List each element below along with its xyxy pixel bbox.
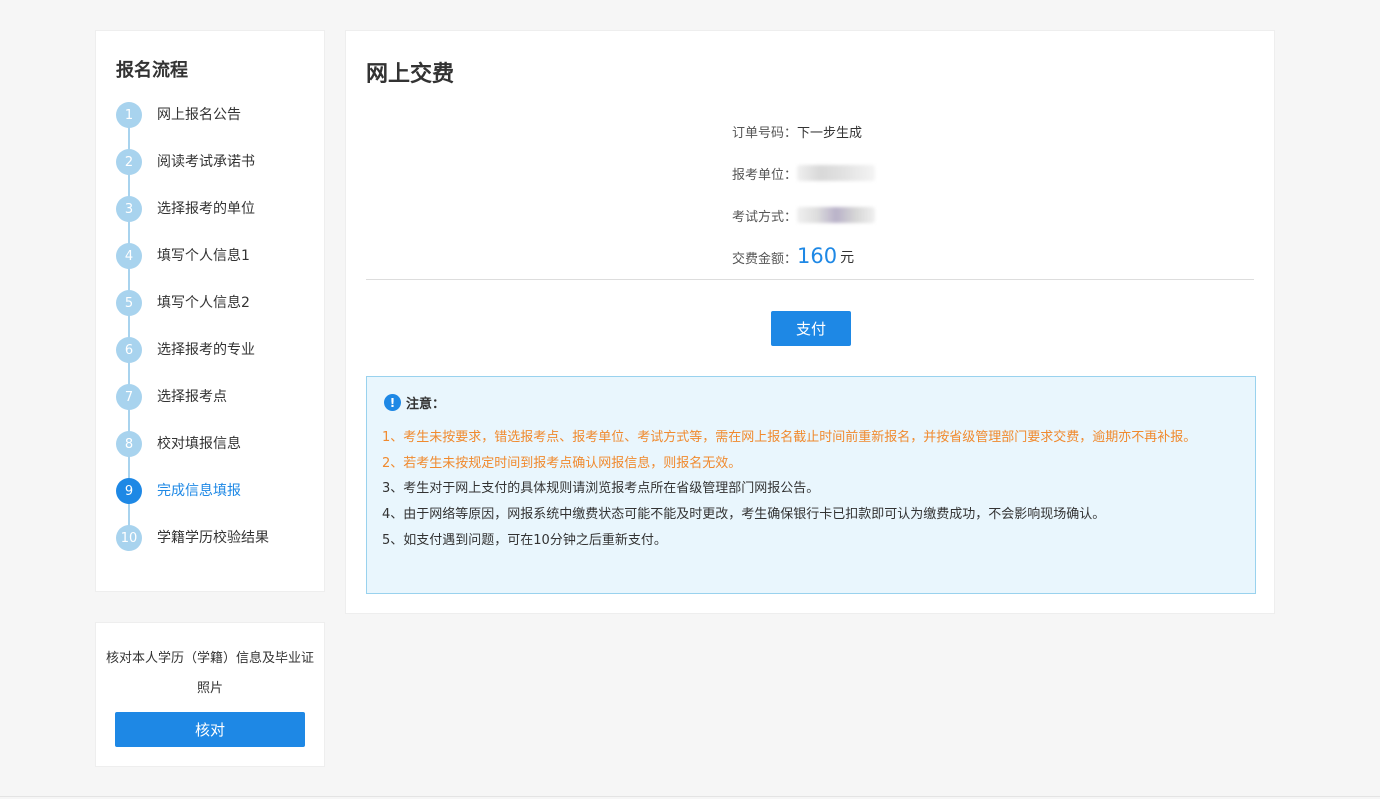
verify-card: 核对本人学历（学籍）信息及毕业证照片 核对 — [95, 622, 325, 767]
notice-item: 3、考生对于网上支付的具体规则请浏览报考点所在省级管理部门网报公告。 — [382, 481, 820, 497]
step-number: 5 — [116, 290, 142, 316]
step-label: 选择报考的专业 — [157, 342, 255, 358]
exclamation-icon: ! — [384, 394, 401, 411]
amount-label: 交费金额： — [732, 251, 798, 267]
step-number: 9 — [116, 478, 142, 504]
step-label: 填写个人信息1 — [157, 248, 250, 264]
step-7: 7 选择报考点 — [116, 384, 316, 431]
step-label: 选择报考的单位 — [157, 201, 255, 217]
amount-row: 交费金额： 160 元 — [732, 236, 1032, 278]
order-number-value: 下一步生成 — [797, 125, 863, 141]
unit-label: 报考单位： — [732, 167, 798, 183]
step-number: 3 — [116, 196, 142, 222]
notice-title: 注意： — [406, 397, 446, 412]
pay-button[interactable]: 支付 — [771, 311, 851, 346]
step-label: 网上报名公告 — [157, 107, 241, 123]
step-3: 3 选择报考的单位 — [116, 196, 316, 243]
step-number: 1 — [116, 102, 142, 128]
step-8: 8 校对填报信息 — [116, 431, 316, 478]
step-number: 4 — [116, 243, 142, 269]
step-10: 10 学籍学历校验结果 — [116, 525, 316, 572]
step-label: 完成信息填报 — [157, 483, 241, 499]
step-label: 选择报考点 — [157, 389, 227, 405]
step-number: 8 — [116, 431, 142, 457]
notice-list: 1、考生未按要求，错选报考点、报考单位、考试方式等，需在网上报名截止时间前重新报… — [382, 425, 1240, 554]
notice-item: 2、若考生未按规定时间到报考点确认网报信息，则报名无效。 — [382, 455, 742, 471]
step-1: 1 网上报名公告 — [116, 102, 316, 149]
sidebar-title: 报名流程 — [116, 60, 188, 81]
verify-description: 核对本人学历（学籍）信息及毕业证照片 — [106, 651, 315, 696]
unit-value-redacted — [797, 165, 876, 181]
divider — [366, 279, 1254, 280]
unit-row: 报考单位： — [732, 152, 1032, 194]
notice-item: 5、如支付遇到问题，可在10分钟之后重新支付。 — [382, 532, 667, 548]
step-list: 1 网上报名公告 2 阅读考试承诺书 3 选择报考的单位 4 填写个人信息1 5… — [116, 102, 316, 572]
notice-item: 1、考生未按要求，错选报考点、报考单位、考试方式等，需在网上报名截止时间前重新报… — [382, 430, 1197, 445]
order-number-row: 订单号码： 下一步生成 — [732, 110, 1032, 152]
step-4: 4 填写个人信息1 — [116, 243, 316, 290]
step-label: 校对填报信息 — [157, 436, 241, 452]
amount-unit: 元 — [840, 250, 855, 266]
exam-mode-label: 考试方式： — [732, 209, 798, 225]
page-title: 网上交费 — [366, 62, 455, 87]
step-label: 阅读考试承诺书 — [157, 154, 255, 170]
exam-mode-row: 考试方式： — [732, 194, 1032, 236]
amount-value: 160 — [797, 244, 838, 268]
step-number: 6 — [116, 337, 142, 363]
step-number: 2 — [116, 149, 142, 175]
step-2: 2 阅读考试承诺书 — [116, 149, 316, 196]
step-6: 6 选择报考的专业 — [116, 337, 316, 384]
notice-box: ! 注意： 1、考生未按要求，错选报考点、报考单位、考试方式等，需在网上报名截止… — [366, 376, 1256, 594]
notice-item: 4、由于网络等原因，网报系统中缴费状态可能不能及时更改，考生确保银行卡已扣款即可… — [382, 507, 1106, 523]
notice-header: ! 注意： — [384, 393, 445, 412]
process-sidebar: 报名流程 1 网上报名公告 2 阅读考试承诺书 3 选择报考的单位 4 填写个人… — [95, 30, 325, 592]
footer-divider — [0, 796, 1380, 797]
step-number: 10 — [116, 525, 142, 551]
step-5: 5 填写个人信息2 — [116, 290, 316, 337]
exam-mode-value-redacted — [797, 207, 876, 223]
step-label: 学籍学历校验结果 — [157, 530, 269, 546]
step-9-current: 9 完成信息填报 — [116, 478, 316, 525]
payment-panel: 网上交费 订单号码： 下一步生成 报考单位： 考试方式： 交费金额： 160 元… — [345, 30, 1275, 614]
order-number-label: 订单号码： — [732, 125, 798, 141]
step-number: 7 — [116, 384, 142, 410]
order-info: 订单号码： 下一步生成 报考单位： 考试方式： 交费金额： 160 元 — [732, 110, 1032, 278]
verify-button[interactable]: 核对 — [115, 712, 305, 747]
step-label: 填写个人信息2 — [157, 295, 250, 311]
